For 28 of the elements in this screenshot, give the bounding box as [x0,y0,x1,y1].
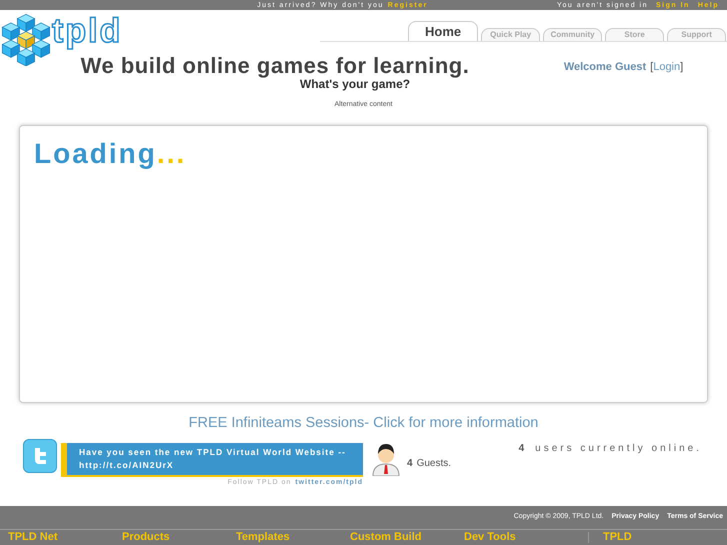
nav-tab[interactable]: Store [605,28,664,41]
footer-column-heading: Products [122,532,171,543]
nav-tab[interactable]: Quick Play [481,28,540,41]
footer-column-heading: Custom Build [350,532,422,543]
guest-count: 4 [407,457,413,472]
footer-column-heading: TPLD [588,532,632,543]
footer-column-heading: Templates [236,532,291,543]
online-count: 4 [518,442,528,456]
nav-tab[interactable]: Support [667,28,726,41]
person-icon [371,442,401,476]
footer-column-heading: Dev Tools [464,532,517,543]
nav-tab[interactable]: Community [543,28,602,41]
loading-dots: ... [156,140,186,168]
tweet-text: Have you seen the new TPLD Virtual World Website -- http://t.co/AIN2UrX [79,446,347,472]
bracket-text: [ [650,60,654,75]
promo-link[interactable]: FREE Infiniteams Sessions- Click for more information [188,412,538,434]
loading-text: Loading [34,140,157,168]
bracket-text: ] [680,60,684,75]
logo-text: tpld [52,14,122,48]
subheadline: What's your game? [300,78,410,91]
welcome-text: Welcome Guest [564,60,646,75]
nav-tab[interactable]: Home [408,21,478,41]
bird-icon [23,439,57,474]
footer-column-heading: TPLD Net [8,532,58,543]
headline: We build online games for learning. [80,54,470,78]
login-link[interactable]: Login [653,59,680,90]
online-label: users currently online. [535,442,702,456]
guest-label: Guests. [416,457,452,472]
